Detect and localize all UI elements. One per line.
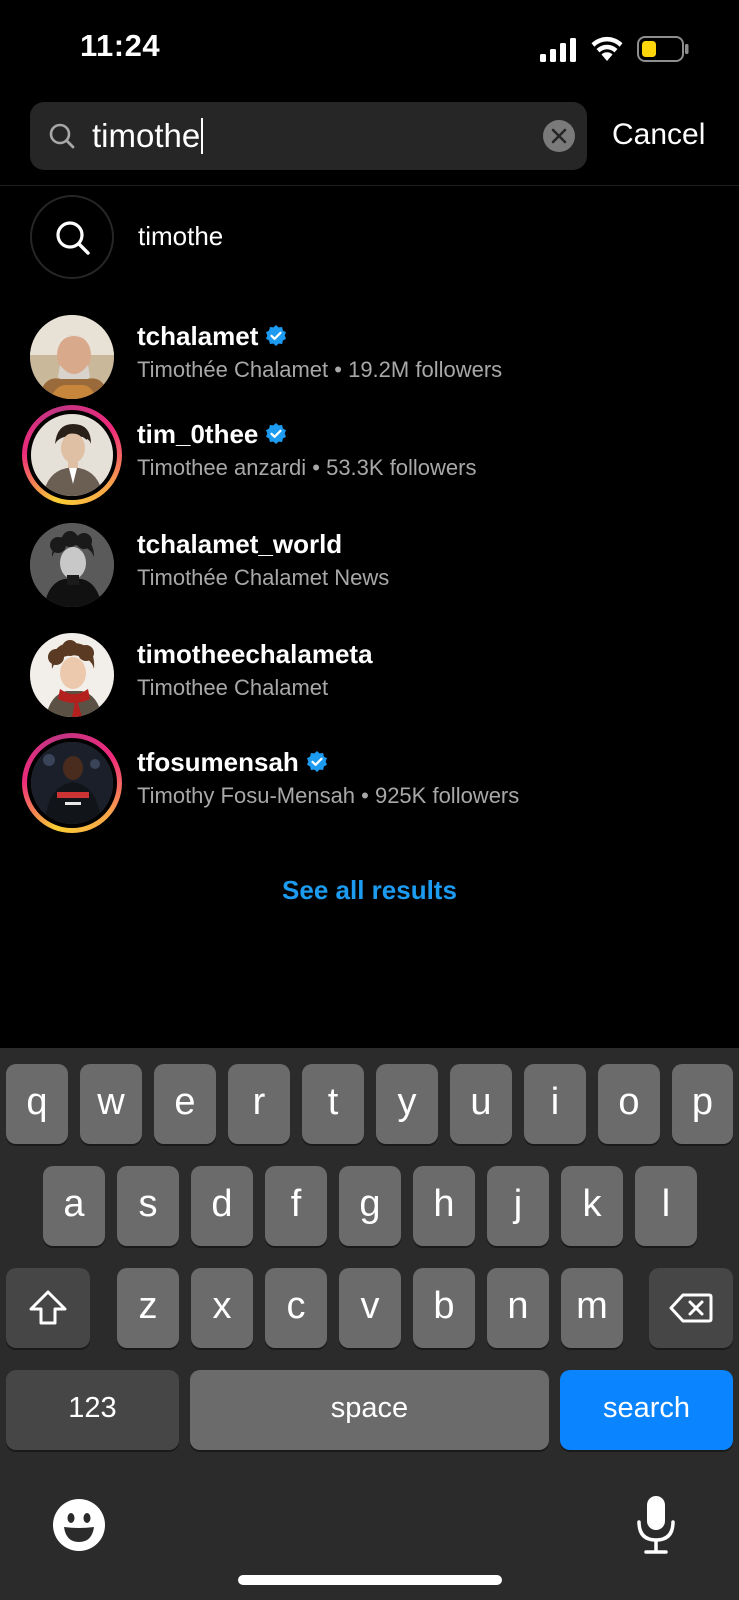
avatar[interactable] <box>22 307 122 407</box>
key-p[interactable]: p <box>672 1064 733 1144</box>
wifi-icon <box>591 36 623 61</box>
search-input-text[interactable]: timothe <box>92 116 204 156</box>
search-icon <box>49 123 75 149</box>
cancel-button[interactable]: Cancel <box>612 118 705 152</box>
avatar-story-ring[interactable] <box>22 405 122 505</box>
key-b[interactable]: b <box>413 1268 475 1348</box>
home-indicator[interactable] <box>238 1575 502 1585</box>
backspace-key[interactable] <box>649 1268 733 1348</box>
avatar-story-ring[interactable] <box>22 733 122 833</box>
key-x[interactable]: x <box>191 1268 253 1348</box>
key-o[interactable]: o <box>598 1064 660 1144</box>
shift-arrow-icon <box>29 1290 67 1325</box>
key-h[interactable]: h <box>413 1166 475 1246</box>
key-k[interactable]: k <box>561 1166 623 1246</box>
search-icon <box>56 221 90 255</box>
key-d[interactable]: d <box>191 1166 253 1246</box>
result-subtitle: Timothée Chalamet • 19.2M followers <box>137 357 503 382</box>
avatar[interactable] <box>22 625 122 725</box>
key-u[interactable]: u <box>450 1064 512 1144</box>
status-bar: 11:24 <box>0 0 739 98</box>
key-a[interactable]: a <box>43 1166 105 1246</box>
key-c[interactable]: c <box>265 1268 327 1348</box>
key-q[interactable]: q <box>6 1064 68 1144</box>
key-f[interactable]: f <box>265 1166 327 1246</box>
search-key[interactable]: search <box>560 1370 733 1450</box>
user-result-row[interactable]: tchalamet_world Timothée Chalamet News <box>22 515 712 615</box>
emoji-icon[interactable] <box>52 1498 106 1552</box>
query-suggestion-row[interactable]: timothe <box>30 195 710 279</box>
query-suggestion-text: timothe <box>138 221 224 251</box>
key-w[interactable]: w <box>80 1064 142 1144</box>
result-username: timotheechalameta <box>137 639 373 669</box>
backspace-icon <box>669 1293 713 1323</box>
verified-badge-icon <box>306 751 327 773</box>
result-username: tim_0thee <box>137 419 288 450</box>
key-r[interactable]: r <box>228 1064 290 1144</box>
see-all-results-link[interactable]: See all results <box>0 875 739 906</box>
result-username: tchalamet <box>137 321 288 352</box>
key-i[interactable]: i <box>524 1064 586 1144</box>
status-time: 11:24 <box>80 28 161 63</box>
user-result-row[interactable]: tfosumensah Timothy Fosu-Mensah • 925K f… <box>22 733 712 833</box>
key-l[interactable]: l <box>635 1166 697 1246</box>
cellular-signal-icon <box>540 38 576 62</box>
result-subtitle: Timothée Chalamet News <box>137 565 390 590</box>
key-s[interactable]: s <box>117 1166 179 1246</box>
result-username: tfosumensah <box>137 747 329 778</box>
result-subtitle: Timothee Chalamet <box>137 675 329 700</box>
key-y[interactable]: y <box>376 1064 438 1144</box>
keyboard: q w e r t y u i o p a s d f g h j k l z … <box>0 1048 739 1600</box>
key-g[interactable]: g <box>339 1166 401 1246</box>
result-username: tchalamet_world <box>137 529 343 559</box>
shift-key[interactable] <box>6 1268 90 1348</box>
text-cursor <box>201 118 204 155</box>
user-result-row[interactable]: tchalamet Timothée Chalamet • 19.2M foll… <box>22 307 712 407</box>
user-result-row[interactable]: timotheechalameta Timothee Chalamet <box>22 625 712 725</box>
clear-search-button[interactable] <box>543 120 575 152</box>
verified-badge-icon <box>266 423 287 445</box>
space-key[interactable]: space <box>190 1370 549 1450</box>
avatar[interactable] <box>22 515 122 615</box>
numbers-key[interactable]: 123 <box>6 1370 179 1450</box>
key-e[interactable]: e <box>154 1064 216 1144</box>
close-icon <box>551 128 567 144</box>
key-m[interactable]: m <box>561 1268 623 1348</box>
key-z[interactable]: z <box>117 1268 179 1348</box>
search-field[interactable]: timothe <box>30 102 587 170</box>
key-t[interactable]: t <box>302 1064 364 1144</box>
key-n[interactable]: n <box>487 1268 549 1348</box>
verified-badge-icon <box>266 325 287 347</box>
result-subtitle: Timothy Fosu-Mensah • 925K followers <box>137 783 520 808</box>
divider <box>0 185 739 186</box>
key-j[interactable]: j <box>487 1166 549 1246</box>
result-subtitle: Timothee anzardi • 53.3K followers <box>137 455 477 480</box>
user-result-row[interactable]: tim_0thee Timothee anzardi • 53.3K follo… <box>22 405 712 505</box>
key-v[interactable]: v <box>339 1268 401 1348</box>
query-search-icon-circle <box>30 195 114 279</box>
microphone-icon[interactable] <box>634 1494 678 1556</box>
battery-icon <box>637 36 689 62</box>
